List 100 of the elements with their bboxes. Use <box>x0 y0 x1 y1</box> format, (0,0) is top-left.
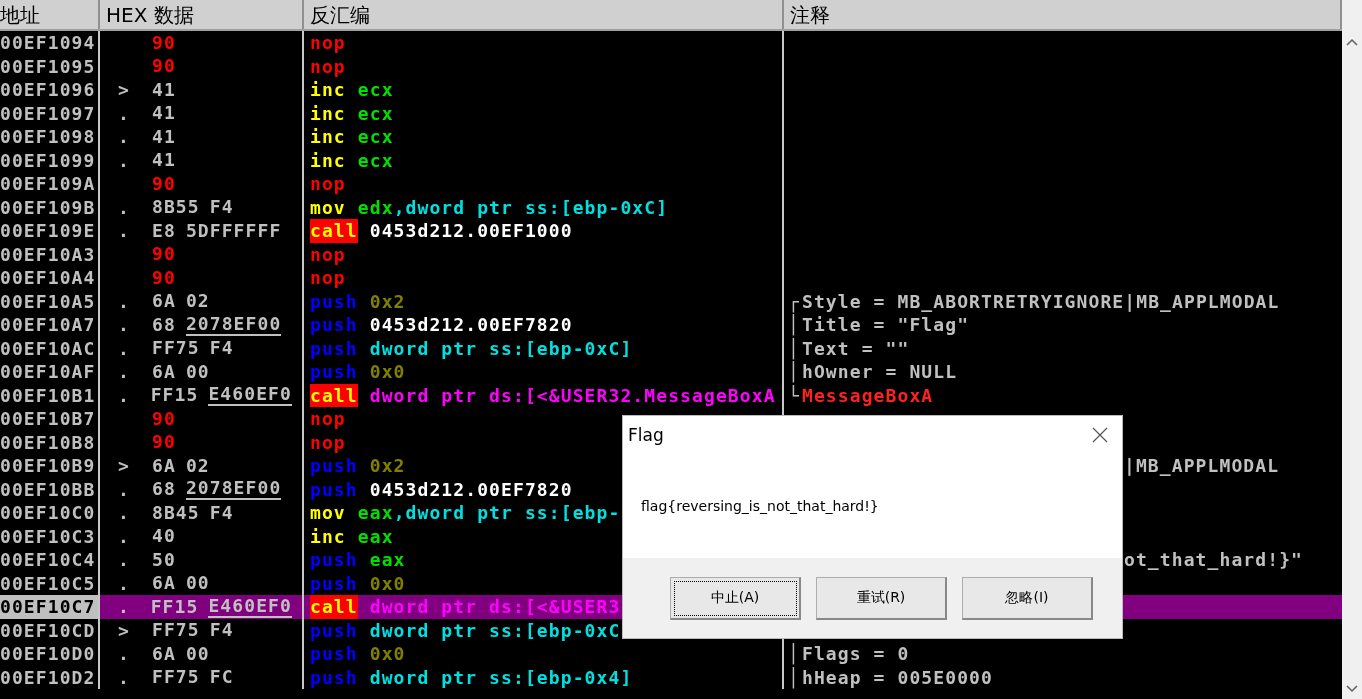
hex-bytes: FF75 <box>152 667 200 688</box>
hex-bytes: FF15 <box>150 596 199 617</box>
hex-bytes: 02 <box>185 455 210 476</box>
hex-bytes: FF15 <box>150 385 199 406</box>
jump-marker: . <box>118 149 130 171</box>
mnemonic: nop <box>310 31 346 55</box>
jump-marker: . <box>118 572 130 594</box>
address-text: 00EF10C4 <box>0 548 96 572</box>
hex-bytes: 90 <box>152 432 176 453</box>
jump-marker: . <box>118 549 130 570</box>
operand: dword ptr ss:[ebp-0xC] <box>369 336 633 360</box>
address-text: 00EF10BB <box>0 477 96 501</box>
operand: 0x2 <box>369 289 406 313</box>
address-text: 00EF1098 <box>0 125 96 149</box>
hex-bytes: F4 <box>209 502 234 523</box>
operand: 0x2 <box>369 454 406 478</box>
comment-text: Flags = 0 <box>802 642 910 666</box>
jump-marker: . <box>118 666 130 688</box>
comment-text: Title = "Flag" <box>802 313 970 337</box>
operand: ,dword ptr ss:[ebp-0xC] <box>393 195 669 219</box>
bracket-line: │ <box>788 665 800 689</box>
address-text: 00EF10CD <box>0 618 96 642</box>
hex-bytes: 5DFFFFFF <box>185 220 282 241</box>
comment-text: ot_that_hard!}" <box>1124 548 1304 572</box>
address-text: 00EF10A4 <box>0 266 96 290</box>
hex-bytes: F4 <box>209 197 234 218</box>
mnemonic: push <box>310 548 358 572</box>
jump-marker: . <box>118 314 130 335</box>
hex-bytes: 00 <box>185 643 210 664</box>
jump-marker: . <box>118 384 130 406</box>
operand: dword ptr ss:[ebp-0x4] <box>369 665 633 689</box>
hex-bytes: E8 <box>152 220 176 241</box>
bracket-line: │ <box>788 360 800 384</box>
jump-marker: . <box>118 502 130 523</box>
mnemonic: push <box>310 642 358 666</box>
address-text: 00EF10B7 <box>0 407 96 431</box>
operand: 0x0 <box>369 571 406 595</box>
mnemonic: nop <box>310 407 346 431</box>
jump-marker: . <box>118 102 130 124</box>
mnemonic: nop <box>310 430 346 454</box>
mnemonic: mov <box>310 195 346 219</box>
address-text: 00EF10B8 <box>0 430 96 454</box>
comment-text: Text = "" <box>802 336 910 360</box>
jump-marker: . <box>118 220 130 241</box>
hex-bytes: 8B45 <box>152 502 200 523</box>
hex-bytes: 00 <box>185 361 210 382</box>
address-text: 00EF10B9 <box>0 454 96 478</box>
mnemonic: nop <box>310 172 346 196</box>
hex-bytes: 41 <box>152 103 176 124</box>
address-text: 00EF10AC <box>0 336 96 360</box>
address-text: 00EF1097 <box>0 101 96 125</box>
mnemonic: push <box>310 336 358 360</box>
operand: dword ptr ds:[<&USER32.MessageBoxA <box>369 383 776 407</box>
jump-marker: > <box>118 619 130 641</box>
mnemonic: inc <box>310 78 346 102</box>
operand: 0453d212.00EF7820 <box>369 313 573 337</box>
mnemonic: nop <box>310 54 346 78</box>
mnemonic: push <box>310 665 358 689</box>
jump-marker: . <box>118 126 130 147</box>
hex-bytes: 8B55 <box>152 197 200 218</box>
hex-bytes: 6A <box>152 455 176 476</box>
jump-marker: . <box>118 361 130 382</box>
hex-bytes: 68 <box>152 314 176 335</box>
mnemonic: inc <box>310 101 346 125</box>
address-text: 00EF1094 <box>0 31 96 55</box>
hex-bytes: 6A <box>152 643 176 664</box>
address-text: 00EF10C5 <box>0 571 96 595</box>
mnemonic: nop <box>310 242 346 266</box>
operand: eax <box>357 501 394 525</box>
comment-text: Style = MB_ABORTRETRYIGNORE|MB_APPLMODAL <box>802 289 1280 313</box>
hex-bytes: 90 <box>152 32 176 53</box>
mnemonic: nop <box>310 266 346 290</box>
hex-bytes: 6A <box>152 573 176 594</box>
operand: ecx <box>357 101 394 125</box>
hex-bytes: 40 <box>152 526 176 547</box>
hex-bytes: 41 <box>152 126 176 147</box>
operand: 0453d212.00EF1000 <box>369 219 573 243</box>
operand: eax <box>369 548 406 572</box>
address-text: 00EF10B1 <box>0 383 96 407</box>
address-text: 00EF1099 <box>0 148 96 172</box>
address-text: 00EF1095 <box>0 54 96 78</box>
hex-bytes: 90 <box>152 408 176 429</box>
hex-bytes: 90 <box>152 267 176 288</box>
mnemonic: inc <box>310 148 346 172</box>
hex-bytes: 2078EF00 <box>185 313 282 336</box>
comment-text: hOwner = NULL <box>802 360 958 384</box>
mnemonic: call <box>310 383 358 407</box>
dialog-title: Flag <box>628 425 664 445</box>
address-text: 00EF109E <box>0 219 96 243</box>
address-text: 00EF10D0 <box>0 642 96 666</box>
operand: ecx <box>357 148 394 172</box>
hex-bytes: F4 <box>209 338 234 359</box>
hex-bytes: 6A <box>152 361 176 382</box>
mnemonic: mov <box>310 501 346 525</box>
comment-text: MessageBoxA <box>802 383 934 407</box>
hex-bytes: 41 <box>152 79 176 100</box>
mnemonic: call <box>310 219 358 243</box>
jump-marker: . <box>118 525 130 547</box>
mnemonic: push <box>310 360 358 384</box>
operand: eax <box>357 524 394 548</box>
